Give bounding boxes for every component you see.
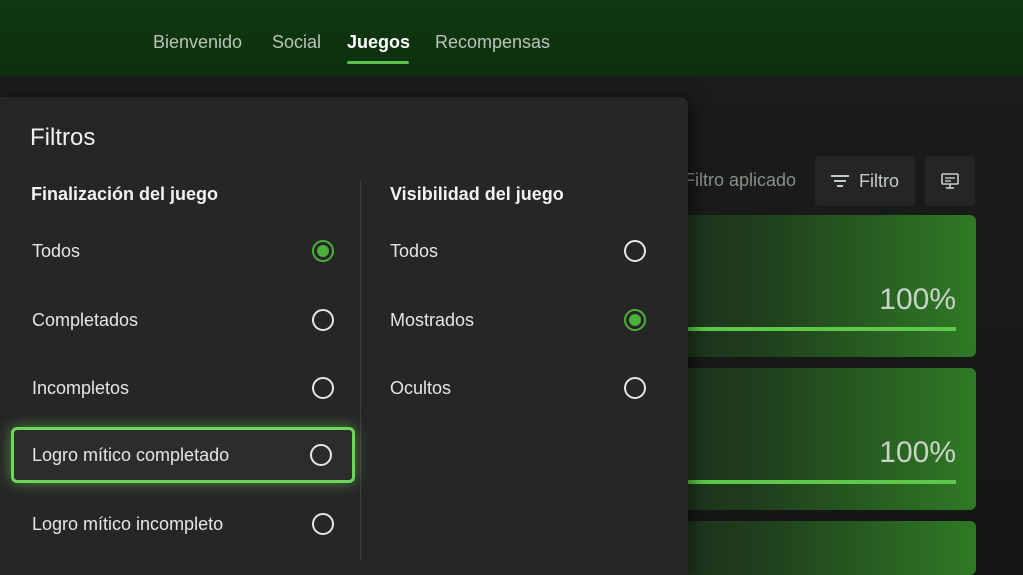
option-label: Logro mítico incompleto [32,513,224,534]
radio-icon [312,309,334,331]
visibility-section-title: Visibilidad del juego [390,184,564,204]
top-nav-bar: Bienvenido Social Juegos Recompensas [0,0,1023,76]
completion-percent: 100% [879,283,956,316]
completion-percent: 100% [879,436,956,469]
active-tab-indicator [347,61,409,64]
filters-panel: Filtros Finalización del juego Visibilid… [0,97,688,575]
option-label: Incompletos [32,377,130,398]
option-visibility-todos[interactable]: Todos [370,224,666,278]
panel-title: Filtros [30,124,96,151]
tab-social[interactable]: Social [272,32,321,53]
tab-bienvenido[interactable]: Bienvenido [153,32,242,53]
option-label: Todos [32,240,81,261]
tab-juegos[interactable]: Juegos [347,32,410,53]
completion-section-title: Finalización del juego [31,184,219,204]
column-divider [360,181,361,561]
option-ocultos[interactable]: Ocultos [370,361,666,415]
option-label: Completados [32,309,139,330]
display-options-button[interactable] [925,156,975,206]
display-options-icon [941,173,959,189]
option-logro-mitico-completado[interactable]: Logro mítico completado [11,427,355,483]
radio-icon [624,377,646,399]
option-completion-todos[interactable]: Todos [12,224,354,278]
filter-button-label: Filtro [859,170,899,191]
filter-applied-text: Filtro aplicado [684,170,797,190]
filter-button[interactable]: Filtro [815,156,915,206]
radio-icon [312,377,334,399]
option-label: Logro mítico completado [32,444,230,465]
radio-icon [312,513,334,535]
option-logro-mitico-incompleto[interactable]: Logro mítico incompleto [12,497,354,551]
radio-selected-icon [312,240,334,262]
radio-selected-icon [624,309,646,331]
option-label: Todos [390,240,439,261]
filter-lines-icon [831,175,849,187]
option-completados[interactable]: Completados [12,293,354,347]
tab-recompensas[interactable]: Recompensas [435,32,550,53]
option-label: Mostrados [390,309,475,330]
option-label: Ocultos [390,377,452,398]
radio-icon [310,444,332,466]
option-incompletos[interactable]: Incompletos [12,361,354,415]
option-mostrados[interactable]: Mostrados [370,293,666,347]
radio-icon [624,240,646,262]
